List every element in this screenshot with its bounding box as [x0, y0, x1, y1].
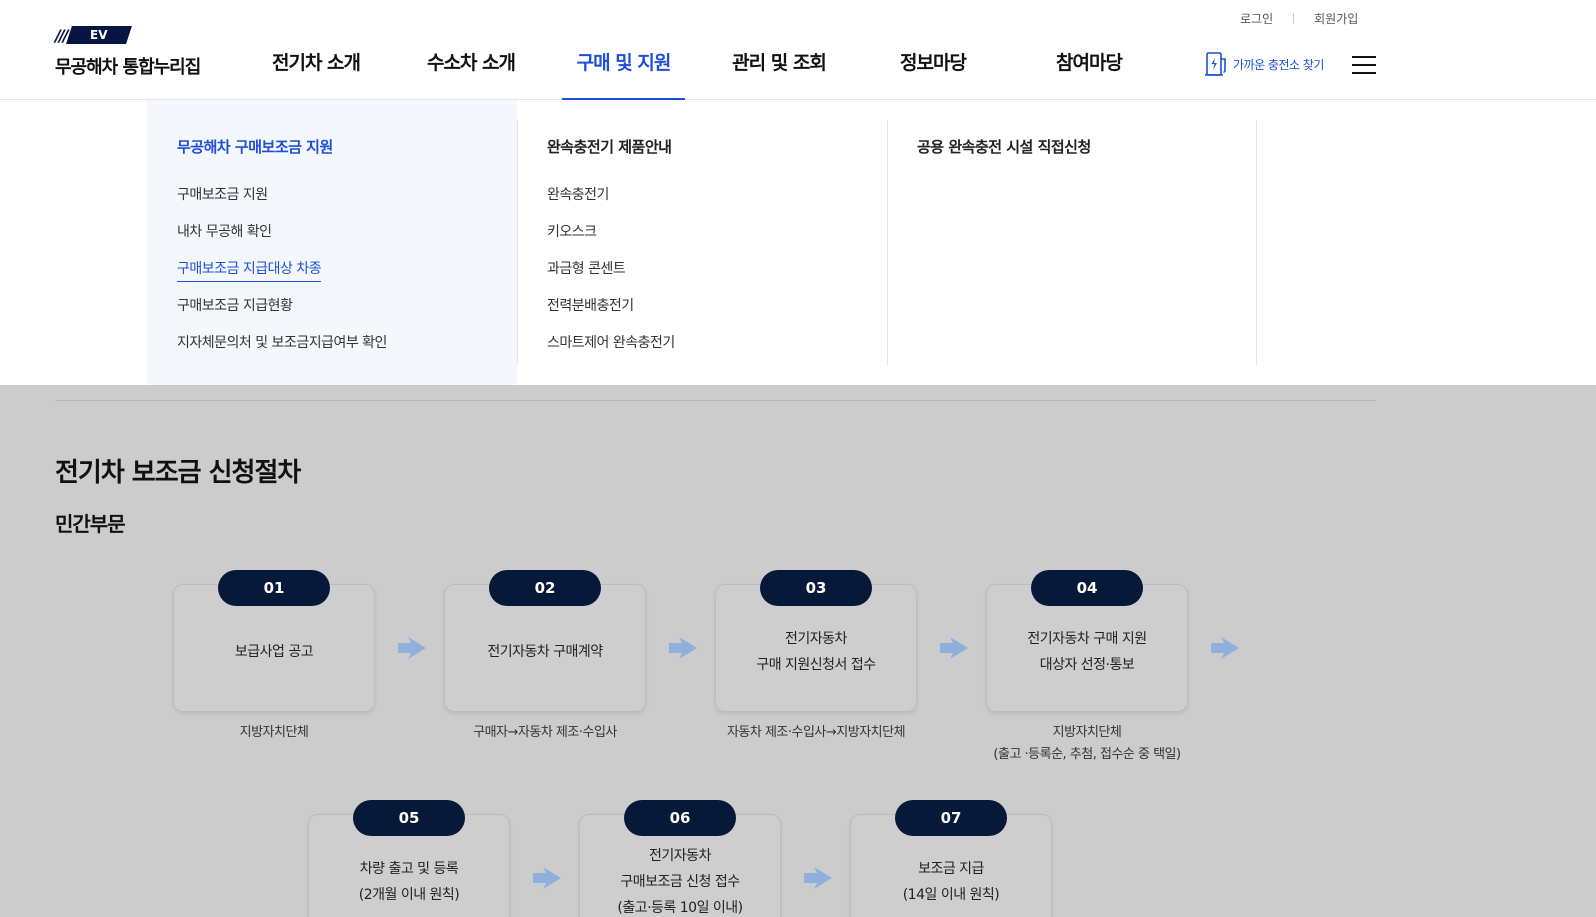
utility-links: 로그인 회원가입 [1240, 10, 1358, 27]
mega-menu-item[interactable]: 지자체문의처 및 보조금지급여부 확인 [177, 332, 387, 369]
mega-column-title[interactable]: 공용 완속충전 시설 직접신청 [917, 136, 1091, 157]
mega-column-list: 구매보조금 지원 내차 무공해 확인 구매보조금 지급대상 차종 구매보조금 지… [177, 184, 387, 369]
arrow-right-icon [398, 637, 426, 659]
arrow-right-icon [669, 637, 697, 659]
step-actor: 자동차 제조·수입사→지방자치단체 [726, 725, 906, 740]
site-header: 로그인 회원가입 /// EV 무공해차 통합누리집 전기차 소개 수소차 소개… [0, 0, 1596, 101]
step-actor: 지방자치단체 (출고 ·등록순, 추첨, 접수순 중 택일) [993, 725, 1181, 762]
mega-menu-item[interactable]: 과금형 콘센트 [547, 258, 675, 295]
section-divider [55, 400, 1376, 401]
find-charger-button[interactable]: 가까운 충전소 찾기 [1205, 50, 1324, 78]
arrow-right-icon [940, 637, 968, 659]
nav-item-ev-intro[interactable]: 전기차 소개 [268, 48, 364, 100]
mega-column-slow-charger: 완속충전기 제품안내 완속충전기 키오스크 과금형 콘센트 전력분배충전기 스마… [517, 100, 887, 385]
step-number: 01 [218, 570, 330, 606]
signup-link[interactable]: 회원가입 [1314, 10, 1358, 27]
mega-divider [887, 120, 888, 365]
step-actor: 구매자→자동차 제조·수입사 [473, 725, 617, 740]
step-number: 06 [624, 800, 736, 836]
nav-item-manage-lookup[interactable]: 관리 및 조회 [726, 48, 832, 100]
logo-badge-text: EV [89, 28, 108, 42]
logo-mark: /// EV [55, 25, 225, 45]
arrow-right-icon [533, 867, 561, 889]
logo-text: 무공해차 통합누리집 [55, 57, 201, 78]
mega-column-title[interactable]: 무공해차 구매보조금 지원 [177, 136, 333, 157]
nav-item-purchase-support[interactable]: 구매 및 지원 [562, 48, 685, 101]
menu-icon[interactable] [1352, 56, 1376, 74]
step-number: 03 [760, 570, 872, 606]
mega-column-subsidy: 무공해차 구매보조금 지원 구매보조금 지원 내차 무공해 확인 구매보조금 지… [147, 100, 517, 385]
charger-icon [1205, 52, 1226, 76]
nav-item-participation[interactable]: 참여마당 [1050, 48, 1128, 100]
logo-badge: EV [65, 26, 132, 44]
mega-divider [517, 120, 518, 365]
mega-column-public-charger: 공용 완속충전 시설 직접신청 [887, 100, 1257, 385]
mega-menu-item[interactable]: 스마트제어 완속충전기 [547, 332, 675, 369]
mega-divider [1256, 120, 1257, 365]
login-link[interactable]: 로그인 [1240, 10, 1273, 27]
arrow-right-icon [804, 867, 832, 889]
arrow-right-icon [1211, 637, 1239, 659]
mega-menu-item-current[interactable]: 구매보조금 지급대상 차종 [177, 258, 387, 295]
mega-menu-item[interactable]: 키오스크 [547, 221, 675, 258]
step-number: 05 [353, 800, 465, 836]
step-number: 02 [489, 570, 601, 606]
section-subtitle: 민간부문 [55, 512, 126, 536]
logo-slashes-icon: /// [55, 25, 68, 45]
site-logo[interactable]: /// EV 무공해차 통합누리집 [55, 25, 225, 85]
step-number: 04 [1031, 570, 1143, 606]
find-charger-label: 가까운 충전소 찾기 [1233, 57, 1324, 72]
utility-divider [1293, 13, 1295, 24]
mega-menu-item[interactable]: 구매보조금 지원 [177, 184, 387, 221]
mega-column-list: 완속충전기 키오스크 과금형 콘센트 전력분배충전기 스마트제어 완속충전기 [547, 184, 675, 369]
mega-menu: 무공해차 구매보조금 지원 구매보조금 지원 내차 무공해 확인 구매보조금 지… [0, 100, 1596, 385]
page-title: 전기차 보조금 신청절차 [55, 458, 301, 488]
step-number: 07 [895, 800, 1007, 836]
mega-menu-item[interactable]: 전력분배충전기 [547, 295, 675, 332]
nav-item-hydrogen-intro[interactable]: 수소차 소개 [423, 48, 519, 100]
nav-item-info[interactable]: 정보마당 [894, 48, 972, 100]
mega-menu-item[interactable]: 구매보조금 지급현황 [177, 295, 387, 332]
step-actor: 지방자치단체 [239, 725, 309, 740]
mega-menu-item[interactable]: 완속충전기 [547, 184, 675, 221]
mega-column-title[interactable]: 완속충전기 제품안내 [547, 136, 672, 157]
mega-menu-item[interactable]: 내차 무공해 확인 [177, 221, 387, 258]
